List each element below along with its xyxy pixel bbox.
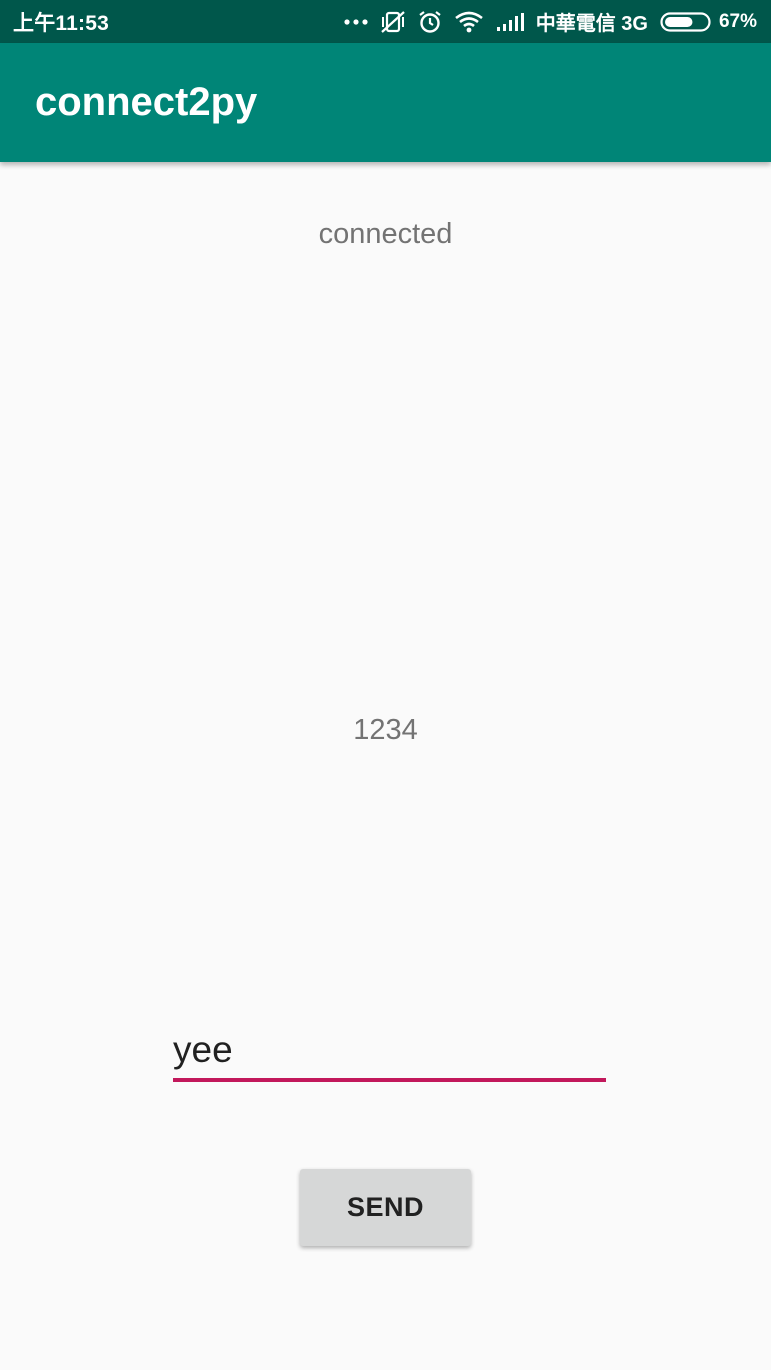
wifi-icon <box>454 11 484 33</box>
battery-percent: 67% <box>718 10 757 32</box>
send-button[interactable]: SEND <box>300 1169 471 1246</box>
status-bar: 上午11:53 中華電信 3G 67% <box>0 0 771 43</box>
carrier-name: 中華電信 3G <box>535 13 648 35</box>
main-content: connected 1234 SEND <box>0 162 771 1370</box>
signal-icon <box>496 12 524 32</box>
more-dots-icon <box>344 18 368 26</box>
battery-icon <box>660 11 712 33</box>
vibrate-off-icon <box>380 10 406 34</box>
status-icons: 中華電信 3G 67% <box>344 7 757 36</box>
message-input[interactable] <box>173 1022 606 1082</box>
app-title: connect2py <box>35 80 258 124</box>
connection-status-text: connected <box>318 218 453 250</box>
battery-indicator: 67% <box>660 11 757 33</box>
alarm-icon <box>418 10 442 34</box>
status-time: 上午11:53 <box>13 11 109 35</box>
app-bar: connect2py <box>0 43 771 162</box>
received-value-text: 1234 <box>353 714 418 746</box>
